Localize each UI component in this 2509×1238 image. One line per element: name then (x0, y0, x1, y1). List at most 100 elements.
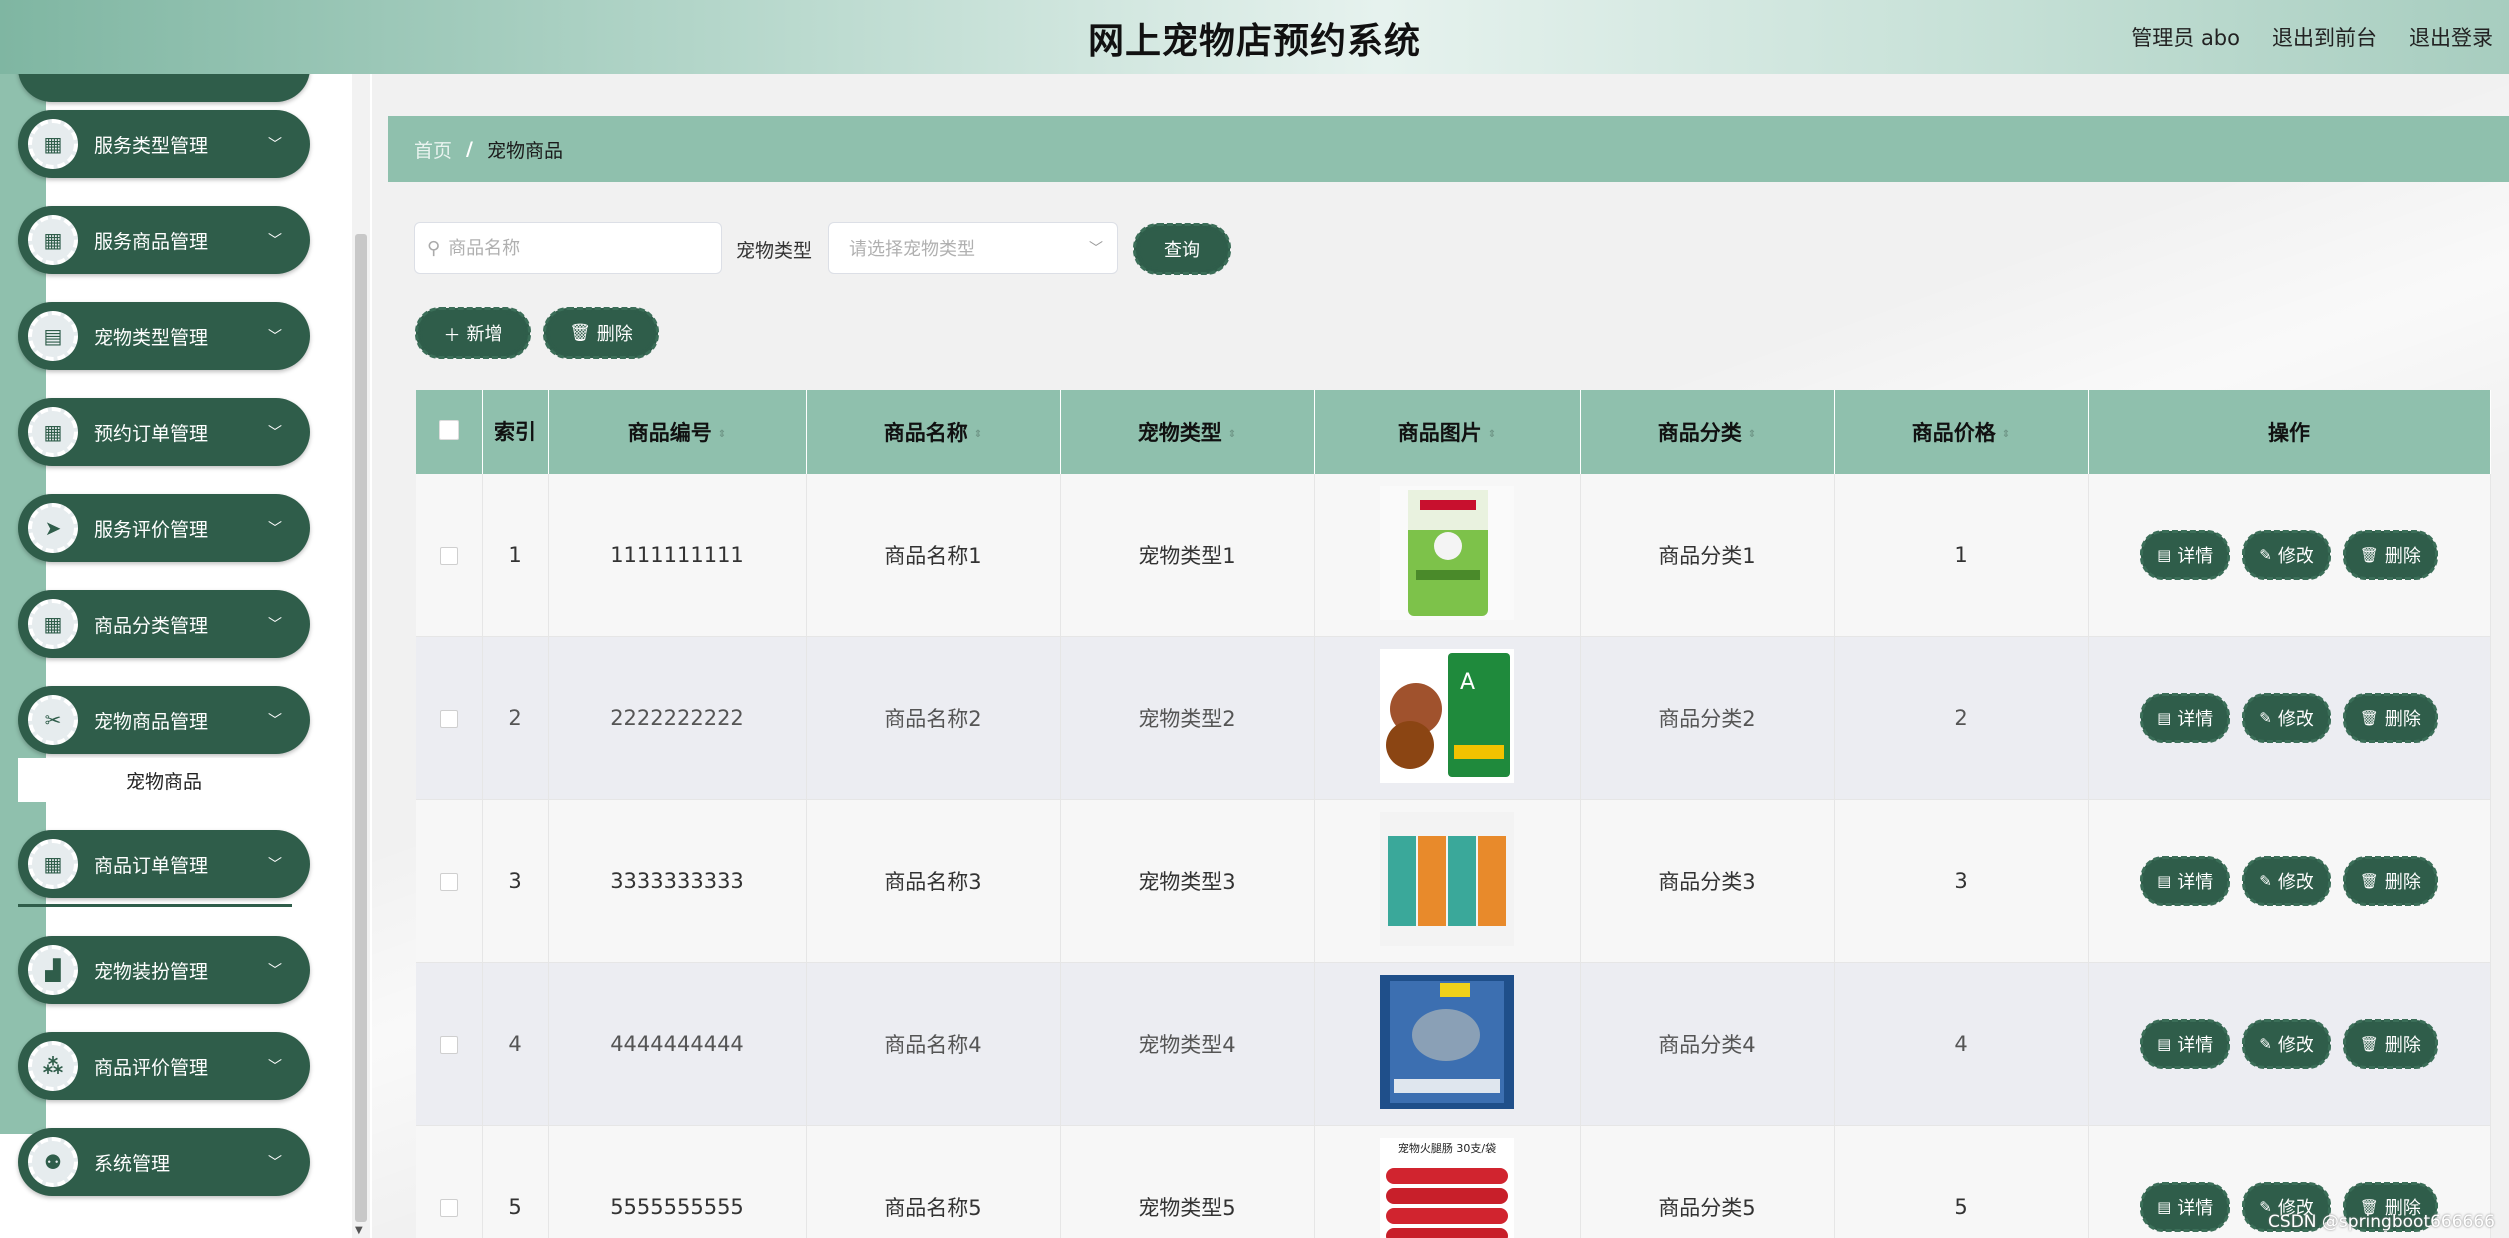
edit-button[interactable]: ✎ 修改 (2242, 856, 2331, 906)
trash-icon: 🗑 (2359, 709, 2379, 727)
row-pet-type: 宠物类型4 (1060, 962, 1315, 1126)
row-price: 3 (1834, 799, 2089, 963)
detail-button[interactable]: ▤ 详情 (2140, 1019, 2231, 1069)
submenu-item-pet-goods[interactable]: 宠物商品 (18, 758, 310, 802)
clipboard-icon: ▤ (28, 311, 78, 361)
pet-type-select[interactable]: 请选择宠物类型 ﹀ (828, 222, 1118, 274)
product-image[interactable] (1380, 811, 1514, 946)
sidebar-item-service-goods[interactable]: ▦ 服务商品管理 ﹀ (18, 206, 310, 274)
query-button-label: 查询 (1164, 240, 1200, 261)
trash-icon: 🗑 (2359, 872, 2379, 890)
row-image-cell (1314, 474, 1581, 637)
row-checkbox[interactable] (439, 1036, 458, 1054)
row-category: 商品分类3 (1580, 799, 1835, 963)
delete-button[interactable]: 🗑 删除 (2342, 856, 2438, 906)
scissors-icon: ✂ (28, 695, 78, 745)
row-checkbox[interactable] (439, 710, 458, 728)
edit-button[interactable]: ✎ 修改 (2242, 530, 2331, 580)
chevron-down-icon: ﹀ (268, 425, 282, 441)
col-pet-type[interactable]: 宠物类型 ⇕ (1060, 390, 1315, 474)
detail-button[interactable]: ▤ 详情 (2140, 530, 2231, 580)
col-image[interactable]: 商品图片 ⇕ (1314, 390, 1581, 474)
product-image[interactable]: A (1380, 648, 1514, 783)
sidebar-item-label: 宠物类型管理 (94, 326, 209, 349)
pencil-icon: ✎ (2259, 709, 2272, 727)
document-icon: ▤ (2157, 872, 2172, 890)
col-price[interactable]: 商品价格 ⇕ (1834, 390, 2089, 474)
sort-icon[interactable]: ⇕ (2002, 429, 2010, 440)
col-code[interactable]: 商品编号 ⇕ (548, 390, 807, 474)
goods-name-search[interactable]: ⚲ (414, 222, 722, 274)
row-checkbox[interactable] (439, 547, 458, 565)
edit-button[interactable]: ✎ 修改 (2242, 693, 2331, 743)
batch-delete-button[interactable]: 🗑 删除 (543, 307, 659, 359)
detail-label: 详情 (2177, 872, 2214, 893)
sort-icon[interactable]: ⇕ (718, 429, 726, 440)
sidebar-scrollbar[interactable]: ▼ (352, 74, 370, 1238)
sidebar-item-label: 服务评价管理 (94, 518, 209, 541)
product-image[interactable]: 宠物火腿肠 30支/袋 (1380, 1137, 1514, 1238)
row-category: 商品分类1 (1580, 474, 1835, 637)
sidebar-item-pet-dress[interactable]: ▟ 宠物装扮管理 ﹀ (18, 936, 310, 1004)
detail-label: 详情 (2177, 1035, 2214, 1056)
trash-icon: 🗑 (2359, 546, 2379, 564)
col-name[interactable]: 商品名称 ⇕ (806, 390, 1061, 474)
select-all-cell[interactable] (416, 390, 483, 474)
row-name: 商品名称5 (806, 1125, 1061, 1238)
row-actions: ▤ 详情 ✎ 修改 🗑 删除 (2088, 636, 2491, 800)
sidebar-item-system[interactable]: ⚉ 系统管理 ﹀ (18, 1128, 310, 1196)
scroll-down-icon[interactable]: ▼ (355, 1225, 363, 1236)
sidebar-item-goods-orders[interactable]: ▦ 商品订单管理 ﹀ (18, 830, 310, 898)
row-select-cell[interactable] (416, 1125, 483, 1238)
product-image[interactable] (1380, 974, 1514, 1109)
logout-link[interactable]: 退出登录 (2409, 22, 2493, 52)
sidebar-item-label: 系统管理 (94, 1152, 171, 1175)
delete-button[interactable]: 🗑 删除 (2342, 693, 2438, 743)
product-image[interactable] (1380, 485, 1514, 620)
query-button[interactable]: 查询 (1133, 223, 1231, 275)
row-select-cell[interactable] (416, 636, 483, 800)
scrollbar-thumb[interactable] (355, 234, 367, 1222)
row-select-cell[interactable] (416, 962, 483, 1126)
edit-button[interactable]: ✎ 修改 (2242, 1019, 2331, 1069)
sidebar-item-goods-category[interactable]: ▦ 商品分类管理 ﹀ (18, 590, 310, 658)
detail-button[interactable]: ▤ 详情 (2140, 856, 2231, 906)
delete-button[interactable]: 🗑 删除 (2342, 1019, 2438, 1069)
col-code-label: 商品编号 (627, 421, 712, 445)
dog-and-food-bag-image: A (1380, 648, 1514, 783)
row-checkbox[interactable] (439, 1199, 458, 1217)
sidebar-item-service-review[interactable]: ➤ 服务评价管理 ﹀ (18, 494, 310, 562)
add-button-label: 新增 (466, 324, 503, 345)
sidebar-item-pet-type[interactable]: ▤ 宠物类型管理 ﹀ (18, 302, 310, 370)
table-row: 3 3333333333 商品名称3 宠物类型3 商品分类3 3 ▤ 详情 ✎ … (416, 799, 2491, 963)
to-front-link[interactable]: 退出到前台 (2272, 22, 2377, 52)
row-select-cell[interactable] (416, 474, 483, 637)
sidebar-item-booking-orders[interactable]: ▦ 预约订单管理 ﹀ (18, 398, 310, 466)
grid-icon: ▦ (28, 599, 78, 649)
table-row: 2 2222222222 商品名称2 宠物类型2 A 商品分类2 2 ▤ 详情 … (416, 636, 2491, 800)
row-price: 1 (1834, 474, 2089, 637)
select-all-checkbox[interactable] (438, 419, 459, 440)
delete-button[interactable]: 🗑 删除 (2342, 530, 2438, 580)
add-button[interactable]: ＋ 新增 (415, 307, 531, 359)
sidebar-item-hidden[interactable] (18, 74, 310, 102)
sidebar-item-service-type[interactable]: ▦ 服务类型管理 ﹀ (18, 110, 310, 178)
sort-icon[interactable]: ⇕ (1228, 429, 1236, 440)
row-index: 4 (482, 962, 549, 1126)
sidebar-item-goods-review[interactable]: ⁂ 商品评价管理 ﹀ (18, 1032, 310, 1100)
row-select-cell[interactable] (416, 799, 483, 963)
breadcrumb-home[interactable]: 首页 (414, 136, 452, 163)
detail-button[interactable]: ▤ 详情 (2140, 693, 2231, 743)
sort-icon[interactable]: ⇕ (974, 429, 982, 440)
col-category[interactable]: 商品分类 ⇕ (1580, 390, 1835, 474)
sort-icon[interactable]: ⇕ (1488, 429, 1496, 440)
pencil-icon: ✎ (2259, 546, 2272, 564)
sort-icon[interactable]: ⇕ (1748, 429, 1756, 440)
goods-name-input[interactable] (446, 236, 701, 260)
detail-button[interactable]: ▤ 详情 (2140, 1182, 2231, 1232)
row-actions: ▤ 详情 ✎ 修改 🗑 删除 (2088, 962, 2491, 1126)
row-checkbox[interactable] (439, 873, 458, 891)
sidebar: ▦ 服务类型管理 ﹀ ▦ 服务商品管理 ﹀ ▤ 宠物类型管理 ﹀ ▦ 预约订单管… (0, 74, 372, 1238)
edit-label: 修改 (2277, 1035, 2314, 1056)
sidebar-item-pet-goods[interactable]: ✂ 宠物商品管理 ﹀ (18, 686, 310, 754)
